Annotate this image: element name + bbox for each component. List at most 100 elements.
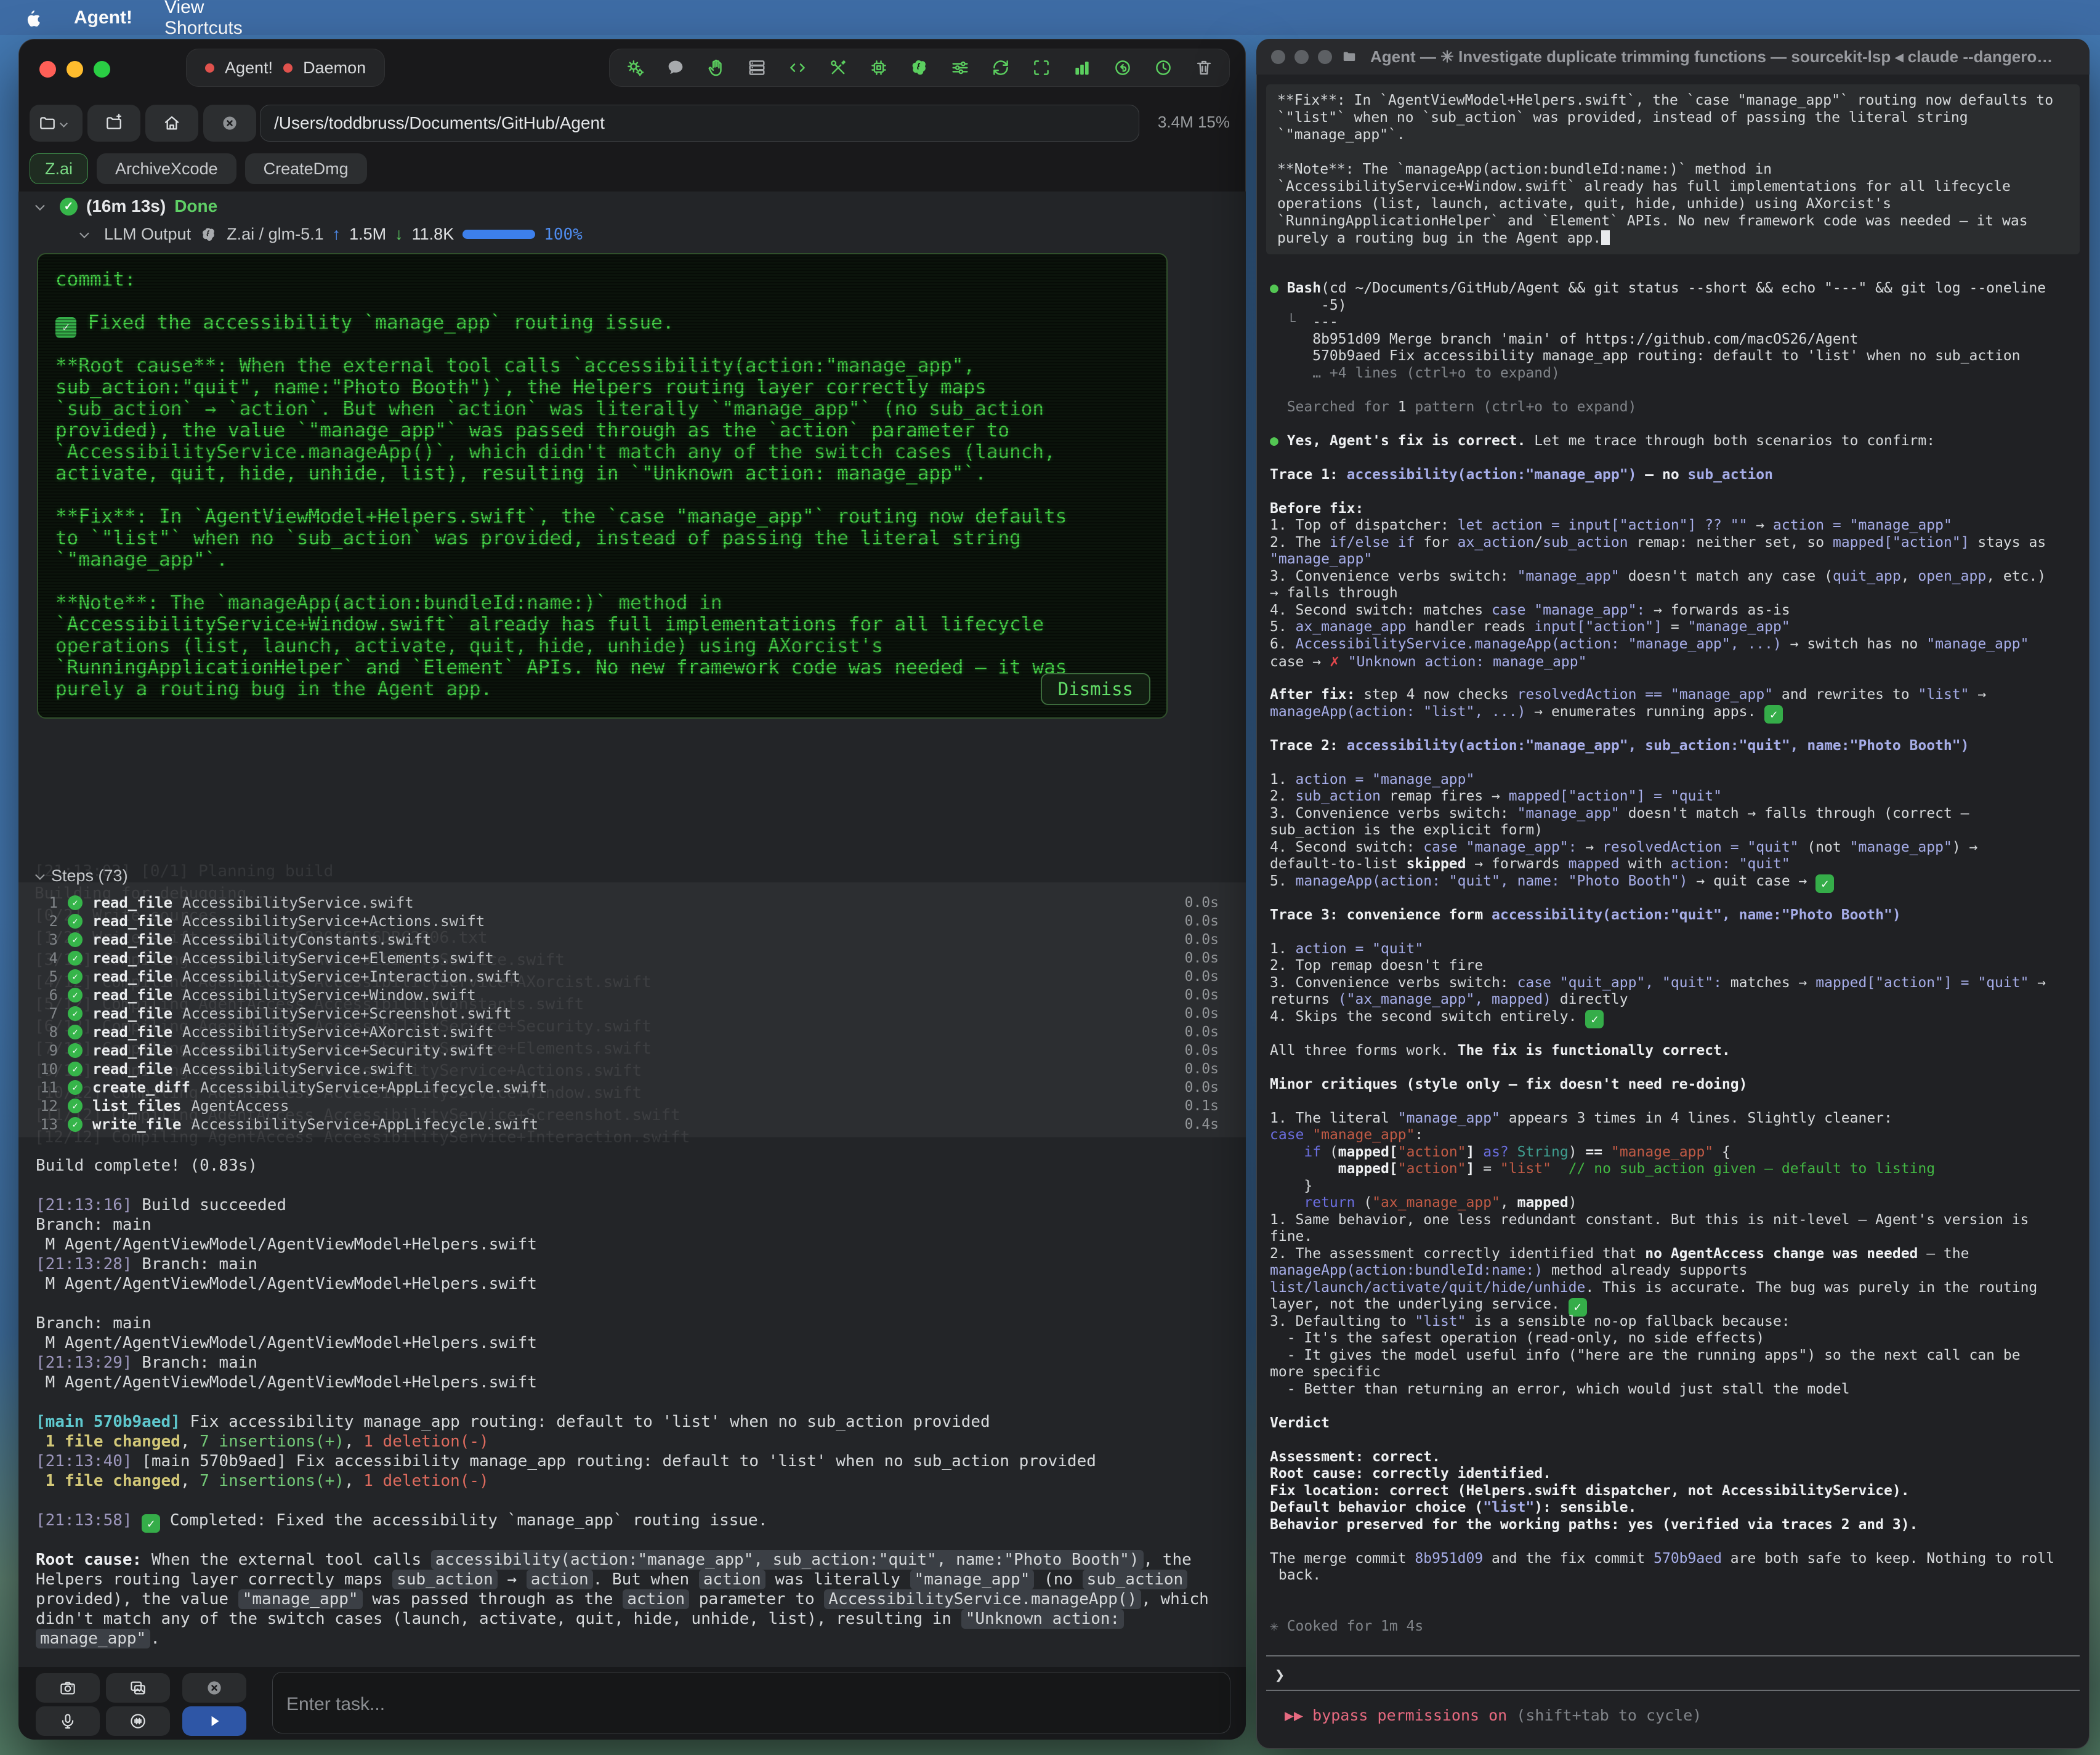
- step-success-icon: ✓: [68, 1006, 83, 1021]
- step-row[interactable]: 12✓list_filesAgentAccess0.1s: [18, 1097, 1246, 1115]
- collapse-chevron-icon[interactable]: [79, 228, 89, 238]
- green-terminal-line: [55, 291, 1149, 312]
- toolbar: [609, 49, 1230, 87]
- clear-path-button[interactable]: [203, 105, 256, 142]
- clear-button[interactable]: [182, 1673, 246, 1703]
- tools-icon[interactable]: [818, 49, 858, 87]
- terminal-title: Agent — ✳ Investigate duplicate trimming…: [1370, 47, 2053, 67]
- terminal-titlebar: Agent — ✳ Investigate duplicate trimming…: [1256, 39, 2090, 75]
- terminal-line: 2. The if/else if for ax_action/sub_acti…: [1270, 535, 2077, 552]
- terminal-line: ✳ Cooked for 1m 4s: [1270, 1618, 2077, 1636]
- camera-button[interactable]: [36, 1673, 100, 1703]
- agent-status-dot: [205, 63, 214, 73]
- path-field[interactable]: /Users/toddbruss/Documents/GitHub/Agent: [260, 105, 1139, 142]
- step-success-icon: ✓: [68, 1062, 83, 1076]
- zoom-button[interactable]: [94, 61, 110, 78]
- task-input[interactable]: [272, 1672, 1230, 1733]
- terminal-line: 3. Convenience verbs switch: "manage_app…: [1270, 568, 2077, 586]
- step-row[interactable]: 11✓create_diffAccessibilityService+AppLi…: [18, 1078, 1246, 1097]
- terminal-line: Branch: main: [36, 1313, 1230, 1333]
- new-folder-button[interactable]: [87, 105, 140, 142]
- mic-button[interactable]: [36, 1706, 100, 1736]
- step-row[interactable]: 8✓read_fileAccessibilityService+AXorcist…: [18, 1023, 1246, 1041]
- step-row[interactable]: 10✓read_fileAccessibilityService.swift0.…: [18, 1060, 1246, 1078]
- chip-icon[interactable]: [858, 49, 899, 87]
- tab-createdmg[interactable]: CreateDmg: [245, 153, 367, 184]
- undo-icon[interactable]: [1102, 49, 1143, 87]
- prompt-caret[interactable]: ❯: [1275, 1666, 1285, 1685]
- step-success-icon: ✓: [68, 895, 83, 910]
- terminal-line: M Agent/AgentViewModel/AgentViewModel+He…: [36, 1333, 1230, 1353]
- terminal-line: [21:13:28] Branch: main: [36, 1254, 1230, 1274]
- refresh-icon[interactable]: [980, 49, 1021, 87]
- hand-stop-icon[interactable]: [696, 49, 737, 87]
- history-clock-icon[interactable]: [1143, 49, 1184, 87]
- terminal-line: [1270, 450, 2077, 467]
- voice-wave-button[interactable]: [106, 1706, 170, 1736]
- menu-item-shortcuts[interactable]: Shortcuts: [164, 18, 246, 39]
- green-terminal-line: operations (list, launch, activate, quit…: [55, 635, 1149, 657]
- terminal-line: [1270, 416, 2077, 433]
- terminal-line: M Agent/AgentViewModel/AgentViewModel+He…: [36, 1274, 1230, 1294]
- collapse-chevron-icon[interactable]: [35, 201, 45, 211]
- tab-z.ai[interactable]: Z.ai: [30, 153, 88, 184]
- terminal-line: 1. action = "manage_app": [1270, 772, 2077, 789]
- minimize-button[interactable]: [67, 61, 83, 78]
- terminal-line: more specific: [1270, 1364, 2077, 1381]
- step-row[interactable]: 7✓read_fileAccessibilityService+Screensh…: [18, 1004, 1246, 1023]
- menu-item-view[interactable]: View: [164, 0, 246, 18]
- run-header[interactable]: ✓ (16m 13s) Done: [36, 196, 217, 216]
- green-terminal-line: to `"list"` when no `sub_action` was pro…: [55, 528, 1149, 549]
- collapse-chevron-icon[interactable]: [35, 870, 45, 880]
- terminal-line: manageApp(action: "list", ...) → enumera…: [1270, 704, 2077, 721]
- tab-archivexcode[interactable]: ArchiveXcode: [97, 153, 236, 184]
- code-icon[interactable]: [777, 49, 818, 87]
- photos-button[interactable]: [106, 1673, 170, 1703]
- terminal-line: Root cause: correctly identified.: [1270, 1466, 2077, 1483]
- photos-icon: [129, 1679, 147, 1697]
- terminal-line: 8b951d09 Merge branch 'main' of https://…: [1270, 331, 2077, 349]
- step-row[interactable]: 9✓read_fileAccessibilityService+Security…: [18, 1041, 1246, 1060]
- terminal-line: 4. Skips the second switch entirely. ✓: [1270, 1009, 2077, 1026]
- session-tabs: Z.ai ArchiveXcode CreateDmg: [30, 153, 367, 184]
- llm-output-header[interactable]: LLM Output Z.ai / glm-5.1 ↑1.5M ↓11.8K 1…: [80, 225, 583, 244]
- terminal-line: All three forms work. The fix is functio…: [1270, 1043, 2077, 1060]
- scan-frame-icon[interactable]: [1021, 49, 1062, 87]
- bar-chart-icon[interactable]: [1062, 49, 1102, 87]
- terminal-line: 2. Top remap doesn't fire: [1270, 958, 2077, 975]
- zoom-button[interactable]: [1318, 50, 1332, 64]
- server-stack-icon[interactable]: [737, 49, 777, 87]
- chat-bubble-icon[interactable]: [655, 49, 696, 87]
- terminal-line: manage_app".: [36, 1629, 1230, 1648]
- step-row[interactable]: 5✓read_fileAccessibilityService+Interact…: [18, 967, 1246, 986]
- apple-icon[interactable]: [22, 8, 42, 28]
- terminal-line: [1270, 924, 2077, 941]
- send-icon: [205, 1712, 224, 1730]
- folder-menu-button[interactable]: [30, 105, 83, 142]
- menu-app-name[interactable]: Agent!: [74, 7, 132, 28]
- steps-header[interactable]: Steps (73): [36, 866, 128, 886]
- step-row[interactable]: 2✓read_fileAccessibilityService+Actions.…: [18, 912, 1246, 930]
- step-row[interactable]: 6✓read_fileAccessibilityService+Window.s…: [18, 986, 1246, 1004]
- minimize-button[interactable]: [1294, 50, 1309, 64]
- terminal-line: … +4 lines (ctrl+o to expand): [1270, 365, 2077, 382]
- step-row[interactable]: 3✓read_fileAccessibilityConstants.swift0…: [18, 930, 1246, 949]
- close-button[interactable]: [1271, 50, 1285, 64]
- step-row[interactable]: 4✓read_fileAccessibilityService+Elements…: [18, 949, 1246, 967]
- trash-icon[interactable]: [1184, 49, 1224, 87]
- close-button[interactable]: [39, 61, 56, 78]
- home-button[interactable]: [145, 105, 198, 142]
- step-row[interactable]: 1✓read_fileAccessibilityService.swift0.0…: [18, 894, 1246, 912]
- brain-icon[interactable]: [899, 49, 940, 87]
- terminal-line: 4. Second switch: matches case "manage_a…: [1270, 602, 2077, 619]
- terminal-line: [1270, 890, 2077, 907]
- dismiss-button[interactable]: Dismiss: [1041, 673, 1150, 705]
- permissions-status: ▶▶ bypass permissions on (shift+tab to c…: [1285, 1706, 1702, 1724]
- sliders-icon[interactable]: [940, 49, 980, 87]
- terminal-line: - Better than returning an error, which …: [1270, 1381, 2077, 1398]
- send-button[interactable]: [182, 1706, 246, 1736]
- settings-gears-icon[interactable]: [615, 49, 655, 87]
- step-row[interactable]: 13✓write_fileAccessibilityService+AppLif…: [18, 1115, 1246, 1134]
- step-success-icon: ✓: [68, 932, 83, 947]
- run-status: Done: [174, 196, 217, 216]
